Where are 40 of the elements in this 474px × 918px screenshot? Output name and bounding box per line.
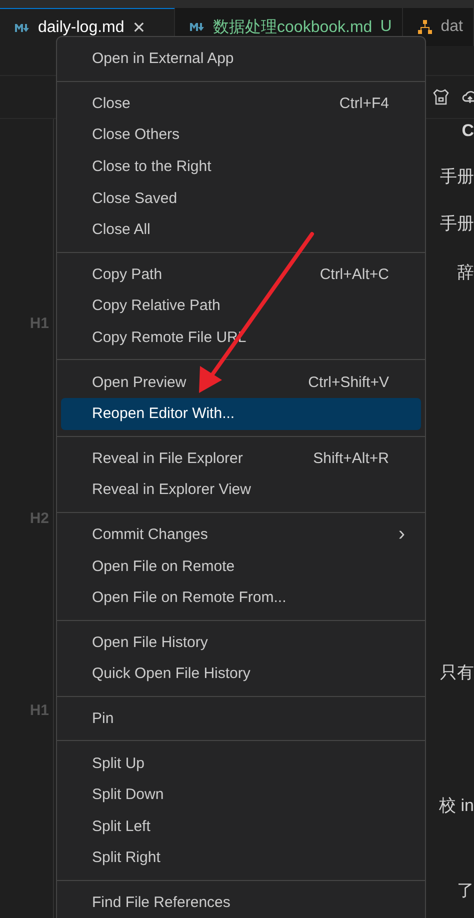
editor-text: 手册 <box>440 213 474 235</box>
editor-text: 只有 <box>440 662 474 684</box>
menu-item[interactable]: Close Ctrl+F4 <box>61 88 421 120</box>
diagram-icon <box>416 19 433 35</box>
markdown-icon <box>189 22 206 32</box>
markdown-icon <box>14 22 30 32</box>
close-icon[interactable]: ✕ <box>132 18 146 38</box>
menu-item[interactable]: Pin <box>61 702 421 734</box>
menu-item[interactable]: Split Up <box>61 747 421 779</box>
menu-item[interactable]: Split Down <box>61 778 421 810</box>
editor-text: 手册 <box>440 166 474 188</box>
menu-item[interactable]: Open Preview Ctrl+Shift+V <box>61 366 421 398</box>
menu-item[interactable]: Close Others <box>61 119 421 151</box>
menu-item[interactable]: Commit Changes › <box>61 518 421 550</box>
tab-label: daily-log.md <box>38 18 124 36</box>
menu-item[interactable]: Close to the Right <box>61 150 421 182</box>
editor-text: 校 in <box>439 795 474 817</box>
editor-text: C <box>462 121 474 141</box>
tab-label: dat <box>440 18 463 36</box>
menu-item[interactable]: Find File References <box>61 886 421 918</box>
menu-item[interactable]: Copy Path Ctrl+Alt+C <box>61 258 421 290</box>
menu-item[interactable]: Close All <box>61 214 421 246</box>
menu-item[interactable]: Split Right <box>61 842 421 874</box>
menu-item[interactable]: Open File on Remote From... <box>61 582 421 614</box>
menu-item[interactable]: Open File on Remote <box>61 550 421 582</box>
menu-item[interactable]: Copy Relative Path <box>61 290 421 322</box>
tab-label: 数据处理cookbook.md <box>213 18 372 38</box>
editor-text: 了 <box>457 880 474 902</box>
shirt-icon[interactable] <box>432 88 450 106</box>
cloud-upload-icon[interactable] <box>462 88 474 106</box>
menu-item[interactable]: Reopen Editor With... <box>61 398 421 430</box>
menu-item[interactable]: Reveal in Explorer View <box>61 474 421 506</box>
menu-item[interactable]: Open in External App <box>61 43 421 75</box>
editor-text: 辞 <box>457 262 474 284</box>
menu-item[interactable]: Close Saved <box>61 182 421 214</box>
menu-item[interactable]: Reveal in File Explorer Shift+Alt+R <box>61 442 421 474</box>
menu-item[interactable]: Quick Open File History <box>61 658 421 690</box>
git-status: U <box>380 18 392 36</box>
menu-item[interactable]: Open File History <box>61 626 421 658</box>
menu-item[interactable]: Split Left <box>61 810 421 842</box>
